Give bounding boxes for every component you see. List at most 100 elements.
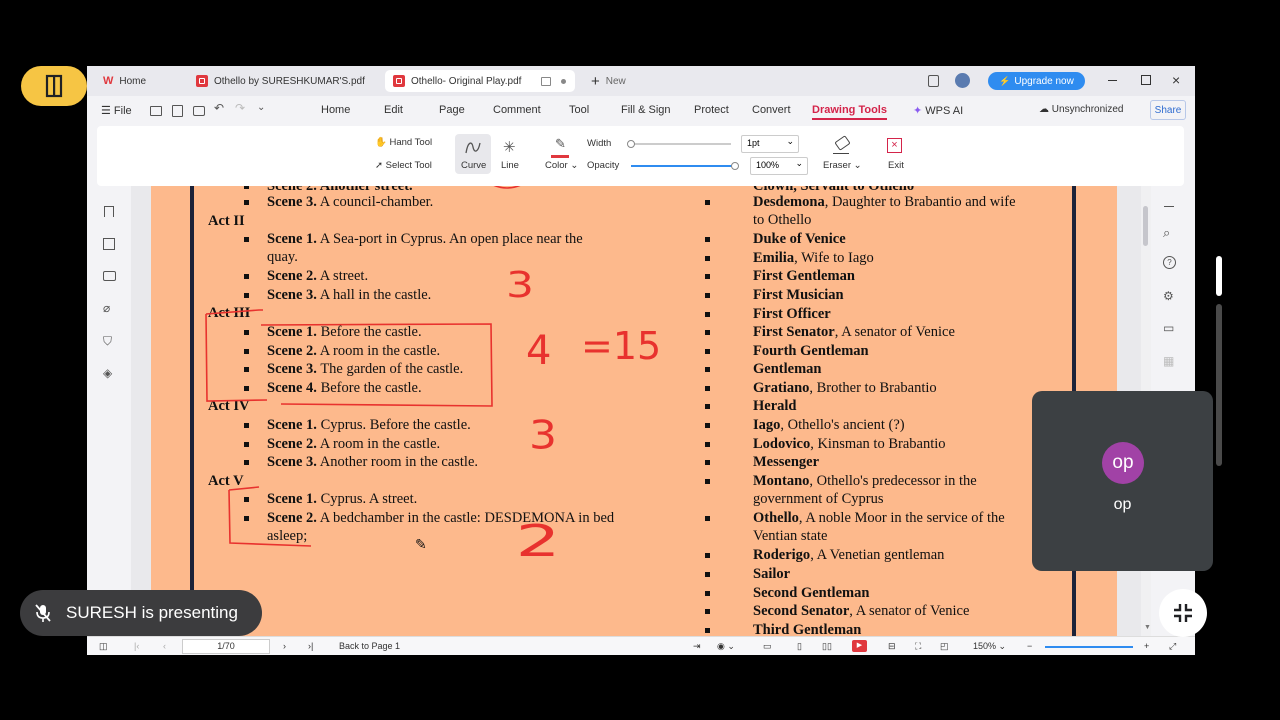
document-viewport[interactable]: Scene 2. Another street. Scene 3. A counc…	[131, 186, 1141, 636]
upgrade-button[interactable]: ⚡ Upgrade now	[988, 72, 1085, 90]
chevron-down-icon[interactable]: ⌄	[257, 102, 265, 113]
width-select[interactable]: 1pt ⌄	[741, 135, 799, 153]
window-icon[interactable]	[541, 76, 552, 86]
attachment-icon[interactable]: ⌀	[103, 301, 110, 315]
last-page-icon[interactable]: ›|	[308, 641, 313, 651]
exit-label: Exit	[888, 160, 904, 171]
prev-page-icon[interactable]: ‹	[163, 641, 166, 651]
menu-bar: ☰ File ↶ ↷ ⌄ Home Edit Page Comment Tool…	[87, 96, 1195, 124]
color-swatch	[551, 155, 569, 158]
menu-edit[interactable]: Edit	[384, 104, 403, 116]
export-icon[interactable]: ⇥	[693, 641, 701, 652]
door-icon	[45, 74, 63, 98]
menu-convert[interactable]: Convert	[752, 104, 791, 116]
sparkle-icon: ✦	[913, 105, 923, 117]
meet-room-button[interactable]	[21, 66, 87, 106]
slider-handle[interactable]	[731, 162, 739, 170]
undo-icon[interactable]: ↶	[214, 101, 224, 115]
participant-tile[interactable]: op op	[1032, 391, 1213, 571]
settings-sliders-icon[interactable]: ⚙	[1163, 289, 1174, 303]
drawing-toolbar: ✋ Hand Tool ➚ Select Tool Curve ✳ Line ✎…	[97, 126, 1184, 186]
width-slider[interactable]	[627, 140, 731, 148]
fit-width-icon[interactable]: ⊟	[888, 641, 896, 652]
search-icon[interactable]: ⌕	[1163, 225, 1170, 241]
menu-home[interactable]: Home	[321, 104, 350, 116]
color-picker[interactable]: ✎ Color ⌄	[543, 134, 579, 174]
handwritten-annotations	[205, 186, 521, 547]
maximize-icon[interactable]	[1141, 75, 1151, 85]
menu-file[interactable]: ☰ File	[101, 104, 132, 117]
pdf-icon	[393, 75, 405, 87]
menu-wps-ai[interactable]: ✦ WPS AI	[913, 104, 963, 117]
actual-size-icon[interactable]: ◰	[940, 641, 949, 652]
bookmark-icon[interactable]	[104, 206, 114, 217]
thumbnail-icon[interactable]	[103, 238, 115, 250]
save-icon[interactable]	[172, 105, 183, 117]
dot-icon[interactable]	[561, 78, 567, 84]
annotation-top-stroke	[493, 186, 521, 189]
exit-button[interactable]: × Exit	[881, 134, 911, 174]
back-to-page-link[interactable]: Back to Page 1	[339, 641, 400, 651]
line-icon: ✳	[503, 139, 516, 156]
menu-comment[interactable]: Comment	[493, 104, 541, 116]
next-page-icon[interactable]: ›	[283, 641, 286, 651]
tab-bar: W Home Othello by SURESHKUMAR'S.pdf Othe…	[87, 66, 1195, 96]
collapse-panel-icon[interactable]	[1164, 206, 1174, 207]
line-tool-button[interactable]: ✳ Line	[497, 134, 525, 174]
scroll-down-icon[interactable]: ▼	[1144, 624, 1151, 631]
comment-icon[interactable]	[103, 271, 116, 281]
hand-tool-button[interactable]: ✋ Hand Tool	[375, 137, 432, 148]
curve-tool-button[interactable]: Curve	[455, 134, 491, 174]
restore-tabs-icon[interactable]	[928, 75, 939, 87]
open-icon[interactable]	[150, 106, 162, 116]
redo-icon[interactable]: ↷	[235, 101, 245, 115]
grid-icon[interactable]: ▦	[1163, 354, 1174, 368]
menu-label: WPS AI	[925, 105, 964, 117]
opacity-select[interactable]: 100% ⌄	[750, 157, 808, 175]
pen-cursor-icon: ✎	[415, 536, 427, 552]
user-avatar[interactable]	[955, 73, 970, 88]
new-tab-button[interactable]: + New	[583, 70, 653, 92]
tab-home[interactable]: W Home	[95, 70, 183, 92]
slider-handle[interactable]	[627, 140, 635, 148]
first-page-icon[interactable]: |‹	[134, 641, 139, 651]
eye-icon[interactable]: ◉ ⌄	[717, 641, 735, 652]
tab-othello-original[interactable]: Othello- Original Play.pdf	[385, 70, 575, 92]
collapse-button[interactable]	[1159, 589, 1207, 637]
tab-label: Home	[119, 75, 147, 87]
zoom-out-icon[interactable]: −	[1027, 641, 1032, 651]
continuous-icon[interactable]: ▯	[797, 641, 802, 652]
single-page-icon[interactable]: ▭	[763, 641, 772, 652]
tab-label: Othello- Original Play.pdf	[411, 75, 522, 87]
scrollbar-thumb[interactable]	[1143, 206, 1148, 246]
share-button[interactable]: Share	[1150, 100, 1186, 120]
layers-icon[interactable]: ◈	[103, 366, 112, 380]
menu-fill-sign[interactable]: Fill & Sign	[621, 104, 671, 116]
help-icon[interactable]: ?	[1163, 256, 1176, 269]
fit-page-icon[interactable]: ⛶	[915, 641, 921, 652]
menu-tool[interactable]: Tool	[569, 104, 589, 116]
zoom-slider[interactable]	[1045, 646, 1133, 648]
close-icon[interactable]: ×	[1172, 72, 1180, 88]
zoom-select[interactable]: 150% ⌄	[973, 641, 1006, 652]
book-icon[interactable]: ▭	[1163, 321, 1174, 335]
mic-off-icon[interactable]	[32, 602, 54, 624]
play-button[interactable]: ▶	[852, 640, 867, 652]
print-icon[interactable]	[193, 106, 205, 116]
fullscreen-icon[interactable]: ⤢	[1169, 641, 1176, 652]
tab-othello-sureshkumar[interactable]: Othello by SURESHKUMAR'S.pdf	[188, 70, 380, 92]
select-tool-button[interactable]: ➚ Select Tool	[375, 160, 432, 171]
eraser-button[interactable]: Eraser ⌄	[821, 134, 863, 174]
presenting-banner: SURESH is presenting	[20, 590, 262, 636]
two-page-icon[interactable]: ▯▯	[822, 641, 832, 652]
stamp-icon[interactable]: ⛉	[103, 334, 112, 349]
opacity-slider[interactable]	[631, 162, 739, 170]
menu-drawing-tools[interactable]: Drawing Tools	[812, 104, 887, 120]
menu-page[interactable]: Page	[439, 104, 465, 116]
minimize-icon[interactable]	[1108, 80, 1117, 81]
menu-protect[interactable]: Protect	[694, 104, 729, 116]
sidebar-toggle-icon[interactable]: ◫	[99, 641, 108, 652]
sync-status[interactable]: ☁ Unsynchronized	[1039, 104, 1124, 115]
page-number-input[interactable]: 1/70	[182, 639, 270, 654]
zoom-in-icon[interactable]: +	[1144, 641, 1149, 651]
